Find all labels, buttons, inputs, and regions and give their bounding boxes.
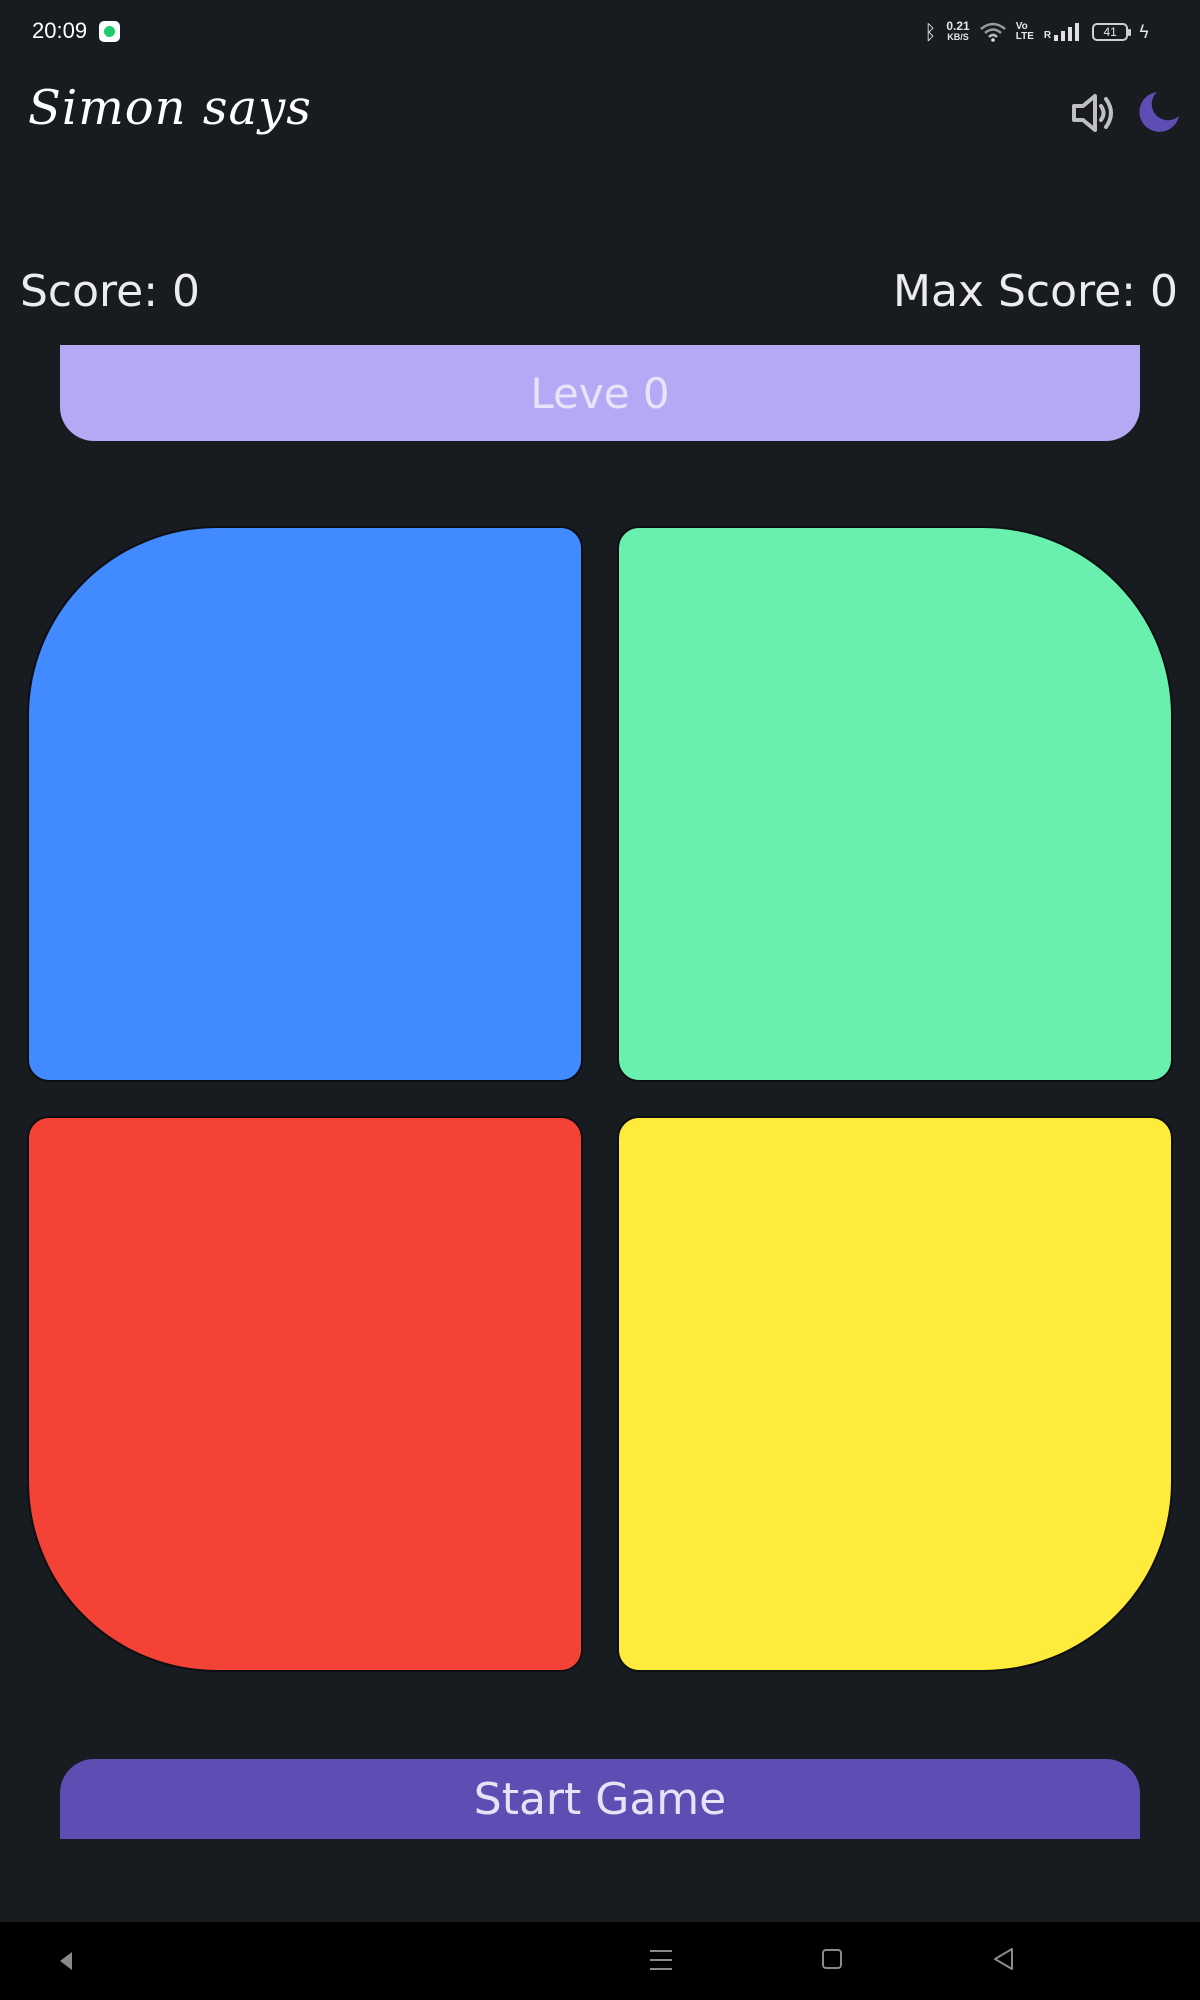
battery-icon: 41 (1092, 23, 1132, 41)
system-nav-bar (0, 1922, 1200, 2000)
volume-icon[interactable] (1068, 88, 1118, 138)
app-title: Simon says (28, 80, 312, 136)
nav-recents-icon[interactable] (650, 1950, 672, 1970)
app-notification-icon (99, 21, 120, 42)
network-speed-unit: KB/S (947, 32, 969, 42)
status-icons: ᛒ 0.21 KB/S Vo LTE R 41 ϟ (924, 18, 1150, 46)
charging-bolt-icon: ϟ (1138, 21, 1150, 43)
nav-back-icon[interactable] (992, 1947, 1014, 1975)
wifi-icon (979, 22, 1006, 42)
roaming-indicator: R (1043, 30, 1052, 41)
level-banner: Leve 0 (60, 345, 1140, 441)
status-bar: 20:09 ᛒ 0.21 KB/S Vo LTE R 41 ϟ (0, 0, 1200, 64)
yellow-pad[interactable] (617, 1116, 1173, 1672)
nav-home-icon[interactable] (822, 1949, 842, 1969)
network-speed-value: 0.21 (946, 19, 970, 33)
start-game-button[interactable]: Start Game (60, 1759, 1140, 1839)
score-label: Score: 0 (20, 266, 201, 317)
blue-pad[interactable] (27, 526, 583, 1082)
nav-back-small-icon[interactable] (60, 1952, 72, 1970)
status-time: 20:09 (32, 18, 88, 43)
volte-indicator: Vo LTE (1016, 22, 1034, 42)
app-screen: 20:09 ᛒ 0.21 KB/S Vo LTE R 41 ϟ Simon sa… (0, 0, 1200, 2000)
volte-bottom: LTE (1015, 31, 1034, 42)
bluetooth-icon: ᛒ (924, 20, 937, 44)
red-pad[interactable] (27, 1116, 583, 1672)
signal-icon: R (1044, 23, 1082, 41)
max-score-label: Max Score: 0 (893, 266, 1178, 317)
moon-icon[interactable] (1135, 88, 1183, 136)
start-game-label: Start Game (473, 1773, 727, 1825)
green-pad[interactable] (617, 526, 1173, 1082)
level-text: Leve 0 (530, 368, 670, 418)
network-speed: 0.21 KB/S (946, 19, 970, 43)
